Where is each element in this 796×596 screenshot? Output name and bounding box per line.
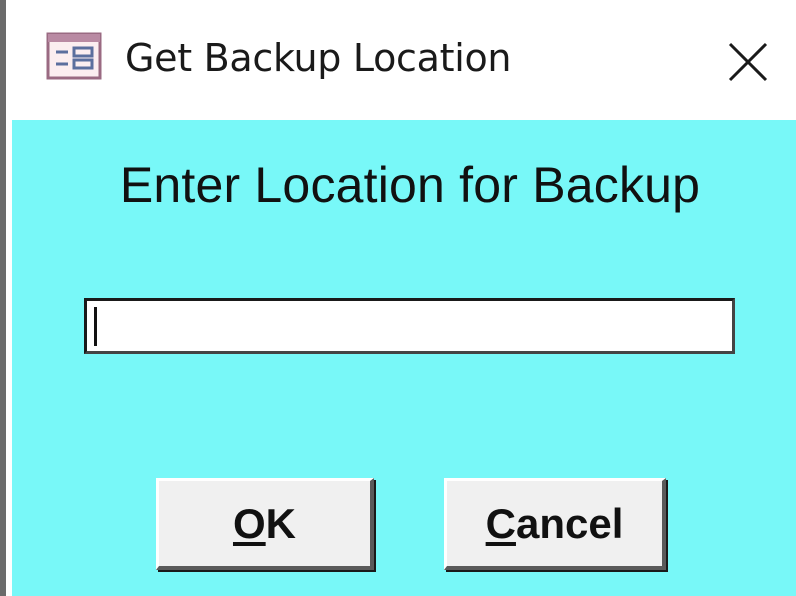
- cancel-button-mnemonic: C: [485, 499, 516, 547]
- close-icon: [726, 40, 770, 89]
- ok-button-label: K: [265, 499, 296, 547]
- form-icon: [46, 32, 102, 80]
- dialog-body: Enter Location for Backup OK Cancel: [12, 120, 796, 596]
- prompt-label: Enter Location for Backup: [119, 157, 701, 213]
- backup-location-input[interactable]: [84, 298, 735, 354]
- cancel-button[interactable]: Cancel: [444, 478, 666, 570]
- window-title: Get Backup Location: [125, 36, 512, 80]
- dialog-window: Get Backup Location Enter Location for B…: [0, 0, 796, 596]
- ok-button[interactable]: OK: [156, 478, 374, 570]
- title-bar[interactable]: Get Backup Location: [12, 14, 796, 120]
- ok-button-mnemonic: O: [232, 499, 266, 547]
- text-caret: [94, 307, 97, 346]
- cancel-button-label: ancel: [515, 499, 624, 547]
- close-button[interactable]: [712, 28, 784, 100]
